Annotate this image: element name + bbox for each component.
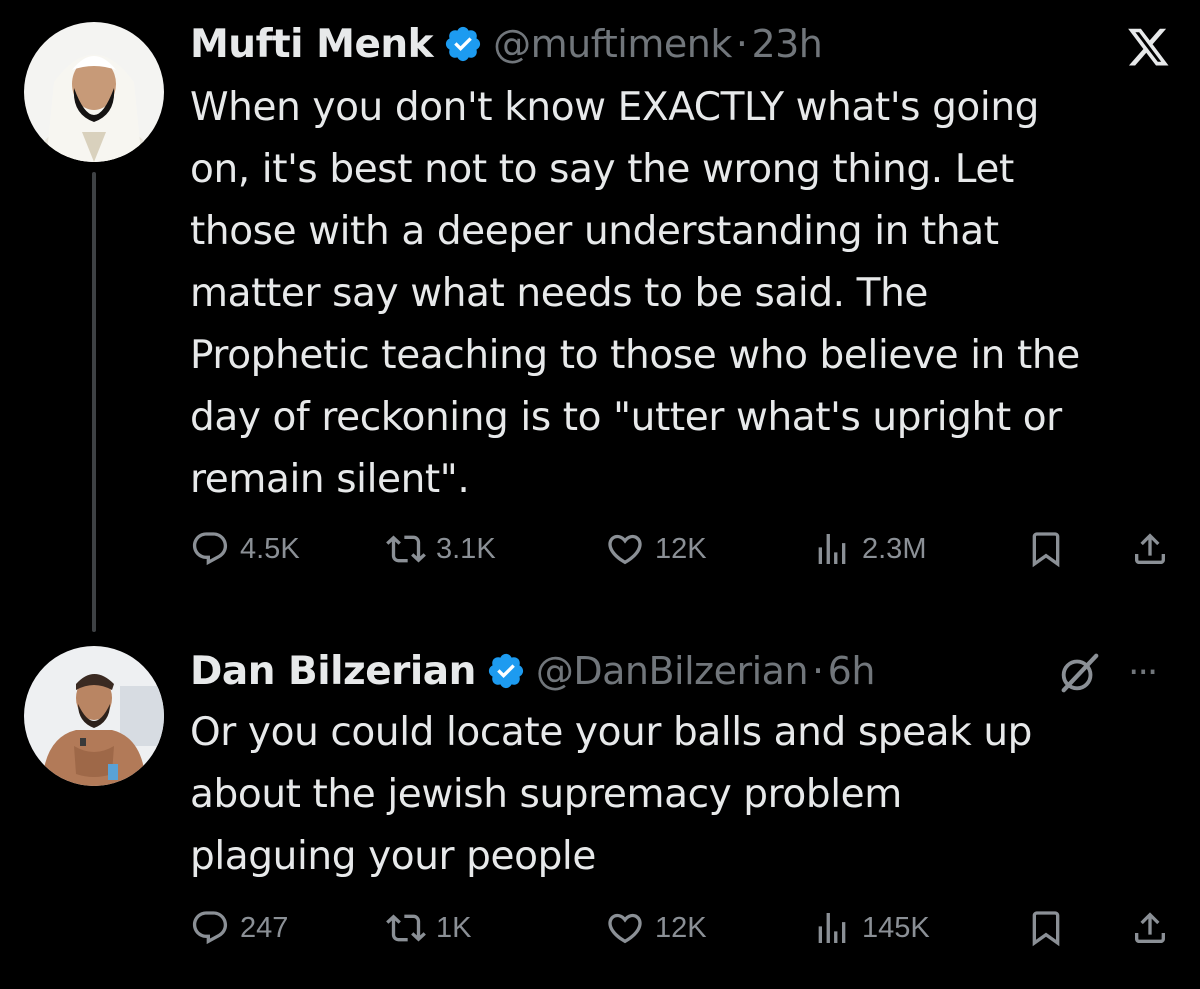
share-icon [1135, 533, 1165, 564]
avatar[interactable] [24, 22, 164, 162]
views-count: 2.3M [862, 532, 927, 565]
tweet-muftimenk: Mufti Menk @muftimenk · 23h When you don… [0, 0, 1200, 632]
author-handle[interactable]: @DanBilzerian [536, 649, 809, 693]
tweet-actions: 247 1K 12K 145K [190, 903, 1180, 953]
like-count: 12K [655, 911, 707, 944]
verified-badge-icon [488, 653, 523, 689]
grok-icon[interactable] [1056, 650, 1102, 696]
views-icon [818, 913, 846, 943]
bookmark-button[interactable] [1026, 524, 1066, 574]
heart-icon [608, 913, 642, 944]
reply-icon [192, 911, 228, 945]
separator-dot: · [735, 22, 748, 66]
bookmark-icon [1032, 532, 1060, 568]
thread-connector-line [92, 172, 96, 632]
repost-icon [386, 914, 426, 942]
tweet-text: When you don't know EXACTLY what's going… [190, 85, 1080, 502]
repost-button[interactable]: 3.1K [386, 524, 496, 574]
tweet-danbilzerian: Dan Bilzerian @DanBilzerian · 6h ··· Or … [0, 630, 1200, 989]
timestamp[interactable]: 23h [751, 22, 822, 66]
heart-icon [608, 534, 642, 565]
author-display-name[interactable]: Mufti Menk [190, 22, 434, 67]
repost-count: 3.1K [436, 532, 496, 565]
share-icon [1135, 912, 1165, 943]
repost-icon [386, 535, 426, 563]
separator-dot: · [812, 649, 824, 693]
reply-count: 247 [240, 911, 289, 944]
author-display-name[interactable]: Dan Bilzerian [190, 649, 476, 694]
tweet-text: Or you could locate your balls and speak… [190, 710, 1033, 879]
share-button[interactable] [1130, 903, 1170, 953]
reply-icon [192, 532, 228, 566]
repost-button[interactable]: 1K [386, 903, 471, 953]
avatar[interactable] [24, 646, 164, 786]
like-button[interactable]: 12K [605, 524, 707, 574]
like-count: 12K [655, 532, 707, 565]
x-logo-icon[interactable] [1128, 28, 1170, 68]
views-button[interactable]: 145K [812, 903, 930, 953]
repost-count: 1K [436, 911, 472, 944]
bookmark-icon [1032, 911, 1060, 947]
bookmark-button[interactable] [1026, 903, 1066, 953]
views-icon [818, 534, 846, 564]
reply-count: 4.5K [240, 532, 300, 565]
timestamp[interactable]: 6h [828, 649, 876, 693]
like-button[interactable]: 12K [605, 903, 707, 953]
reply-button[interactable]: 247 [190, 903, 288, 953]
more-options-icon[interactable]: ··· [1128, 655, 1158, 691]
verified-badge-icon [446, 26, 481, 62]
share-button[interactable] [1130, 524, 1170, 574]
author-handle[interactable]: @muftimenk [493, 22, 732, 66]
tweet-actions: 4.5K 3.1K 12K 2.3M [190, 524, 1180, 574]
reply-button[interactable]: 4.5K [190, 524, 300, 574]
views-count: 145K [862, 911, 930, 944]
views-button[interactable]: 2.3M [812, 524, 926, 574]
